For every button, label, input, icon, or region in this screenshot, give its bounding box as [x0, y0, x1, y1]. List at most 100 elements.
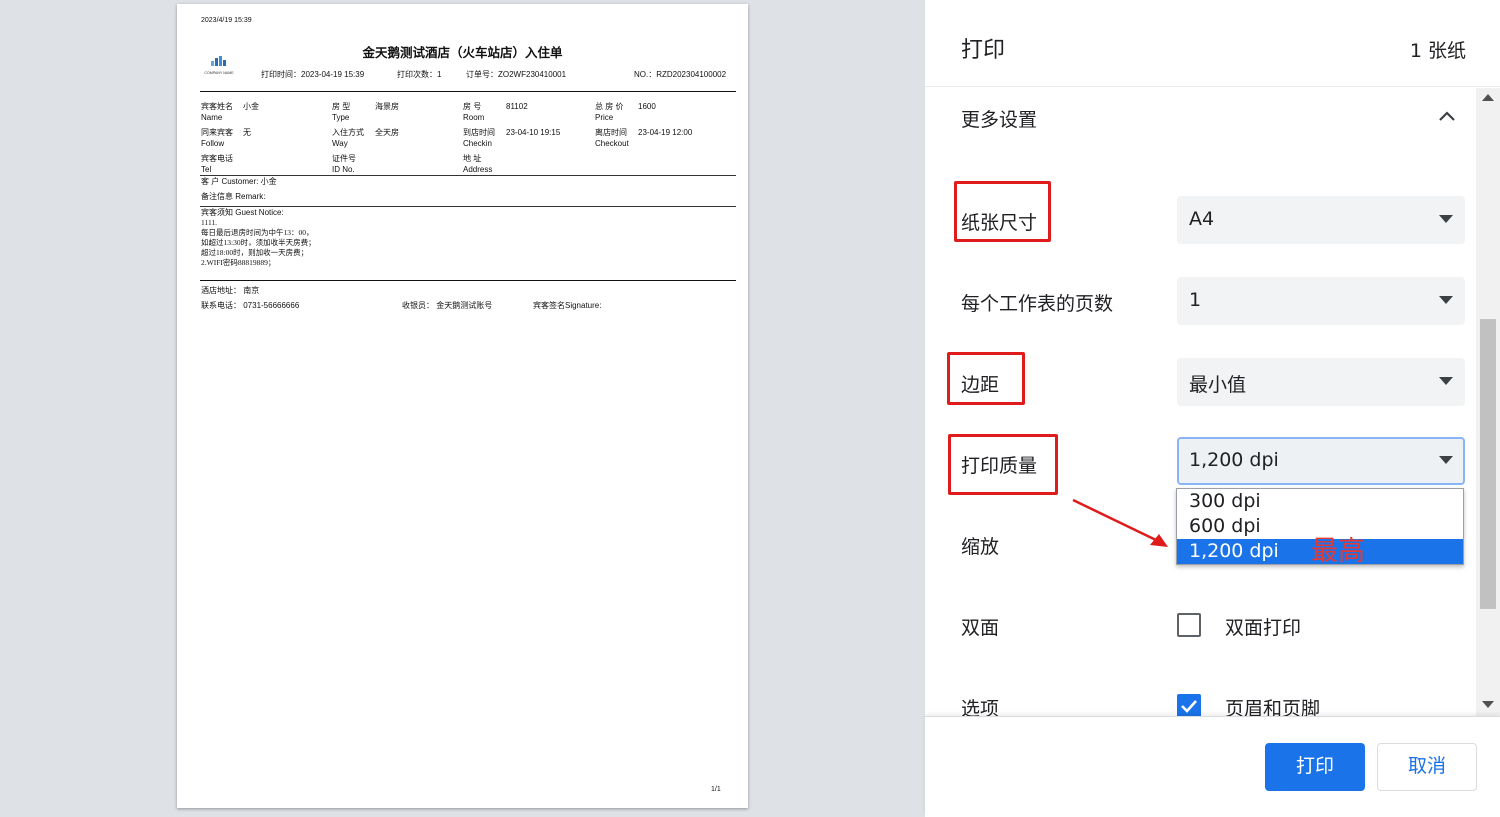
scroll-up-arrow-icon[interactable]	[1482, 94, 1494, 101]
settings-list: 更多设置 纸张尺寸 A4 每个工作表的页数 1 边距 最小值 打印质量 1,20…	[925, 88, 1500, 716]
field-label-en: Type	[332, 113, 350, 122]
more-settings-toggle[interactable]: 更多设置	[961, 105, 1037, 132]
page-number: 1/1	[711, 786, 721, 793]
customer-line: 客 户 Customer: 小金	[201, 177, 277, 186]
dropdown-arrow-icon	[1439, 215, 1453, 223]
print-count: 打印次数：1	[397, 70, 442, 79]
field-value: 23-04-10 19:15	[506, 128, 561, 137]
field-label-en: Checkout	[595, 139, 629, 148]
contact-phone: 联系电话： 0731-56666666	[201, 301, 300, 310]
sheet-count: 1 张纸	[1409, 40, 1466, 62]
field-label: 证件号	[332, 154, 356, 163]
order-number: 订单号：ZO2WF230410001	[466, 70, 567, 79]
field-label: 地 址	[463, 154, 482, 163]
print-button[interactable]: 打印	[1265, 743, 1365, 791]
select-value: 最小值	[1189, 374, 1247, 396]
field-value: 23-04-19 12:00	[638, 128, 693, 137]
divider	[200, 206, 736, 207]
print-preview-area: 2023/4/19 15:39 金天鹅测试酒店（火车站店）入住单 COMPANY…	[0, 0, 925, 817]
notice-title: 宾客须知 Guest Notice:	[201, 208, 284, 217]
field-label-en: Price	[595, 113, 614, 122]
field-label: 到店时间	[463, 128, 495, 137]
chevron-up-icon[interactable]	[1437, 106, 1457, 126]
scrollbar[interactable]	[1476, 88, 1500, 716]
notice-line: 如超过13:30时，须加收半天房费；	[201, 238, 316, 247]
pages-per-sheet-select[interactable]: 1	[1177, 277, 1465, 325]
checkmark-icon	[1181, 700, 1197, 713]
quality-option[interactable]: 300 dpi	[1177, 489, 1463, 514]
field-label: 宾客电话	[201, 154, 233, 163]
duplex-label: 双面	[961, 617, 1000, 639]
notice-line: 每日最后退房时间为中午13：00，	[201, 228, 314, 237]
field-label-en: Tel	[201, 165, 212, 174]
cashier: 收银员： 金天鹅测试账号	[402, 301, 493, 310]
notice-line: 2.WIFI密码88819889；	[201, 258, 276, 267]
headers-footers-checkbox[interactable]	[1177, 694, 1201, 716]
field-label: 总 房 价	[595, 102, 624, 111]
print-quality-options: 300 dpi 600 dpi 1,200 dpi 最高	[1176, 488, 1464, 565]
duplex-checkbox[interactable]	[1177, 613, 1201, 637]
paper-size-select[interactable]: A4	[1177, 196, 1465, 244]
notice-line: 超过18:00时，则加收一天房费；	[201, 248, 309, 257]
company-logo: COMPANY NAME	[204, 56, 234, 75]
preview-page: 2023/4/19 15:39 金天鹅测试酒店（火车站店）入住单 COMPANY…	[177, 4, 748, 808]
dropdown-arrow-icon	[1439, 377, 1453, 385]
field-label: 房 型	[332, 102, 351, 111]
field-label-en: Checkin	[463, 139, 492, 148]
preview-timestamp: 2023/4/19 15:39	[201, 17, 252, 24]
field-value: 无	[243, 128, 251, 137]
print-quality-select[interactable]: 1,200 dpi	[1177, 437, 1465, 485]
dropdown-arrow-icon	[1439, 296, 1453, 304]
select-value: 1,200 dpi	[1189, 449, 1279, 471]
field-value: 全天房	[375, 128, 399, 137]
field-label-en: Way	[332, 139, 348, 148]
quality-option-selected[interactable]: 1,200 dpi 最高	[1177, 536, 1463, 567]
duplex-checkbox-label[interactable]: 双面打印	[1225, 613, 1301, 640]
dropdown-arrow-icon	[1439, 456, 1453, 464]
panel-footer: 打印 取消	[925, 716, 1500, 817]
guest-signature: 宾客签名Signature:	[533, 301, 602, 310]
divider	[200, 91, 736, 92]
scroll-down-arrow-icon[interactable]	[1482, 701, 1494, 708]
field-value: 81102	[506, 102, 528, 111]
hotel-address: 酒店地址： 南京	[201, 286, 260, 295]
pages-per-sheet-label: 每个工作表的页数	[961, 293, 1114, 315]
print-time: 打印时间：2023-04-19 15:39	[261, 70, 365, 79]
annotation-highlight-box	[947, 352, 1025, 405]
document-number: NO.：RZD202304100002	[634, 70, 727, 79]
field-label: 房 号	[463, 102, 482, 111]
select-value: A4	[1189, 208, 1215, 230]
field-value: 小金	[243, 102, 259, 111]
document-title: 金天鹅测试酒店（火车站店）入住单	[362, 45, 563, 60]
field-label-en: Follow	[201, 139, 225, 148]
cancel-button[interactable]: 取消	[1377, 743, 1477, 791]
logo-text: COMPANY NAME	[204, 71, 234, 75]
field-label: 离店时间	[595, 128, 627, 137]
panel-title: 打印	[961, 38, 1006, 63]
field-value: 海景房	[375, 102, 399, 111]
select-value: 1	[1189, 289, 1202, 311]
notice-line: 1111.	[201, 218, 218, 227]
field-label-en: ID No.	[332, 165, 355, 174]
annotation-highlight-box	[948, 434, 1058, 495]
scrollbar-thumb[interactable]	[1480, 319, 1496, 609]
field-value: 1600	[638, 102, 656, 111]
scale-label: 缩放	[961, 536, 1000, 558]
headers-footers-label[interactable]: 页眉和页脚	[1225, 694, 1320, 716]
panel-header: 打印 1 张纸	[925, 0, 1500, 87]
divider	[200, 175, 736, 176]
divider	[200, 280, 736, 281]
annotation-arrow-icon	[1072, 498, 1168, 547]
print-settings-panel: 打印 1 张纸 更多设置 纸张尺寸 A4 每个工作表的页数 1 边距 最小值 打…	[925, 0, 1500, 817]
annotation-text: 最高	[1311, 536, 1365, 567]
margins-select[interactable]: 最小值	[1177, 358, 1465, 406]
field-label-en: Name	[201, 113, 223, 122]
field-label: 入住方式	[332, 128, 364, 137]
field-label-en: Address	[463, 165, 493, 174]
remark-line: 备注信息 Remark:	[201, 192, 266, 201]
annotation-highlight-box	[954, 181, 1051, 242]
field-label: 宾客姓名	[201, 102, 233, 111]
option-text: 1,200 dpi	[1189, 540, 1279, 562]
field-label-en: Room	[463, 113, 485, 122]
field-label: 同来宾客	[201, 128, 233, 137]
